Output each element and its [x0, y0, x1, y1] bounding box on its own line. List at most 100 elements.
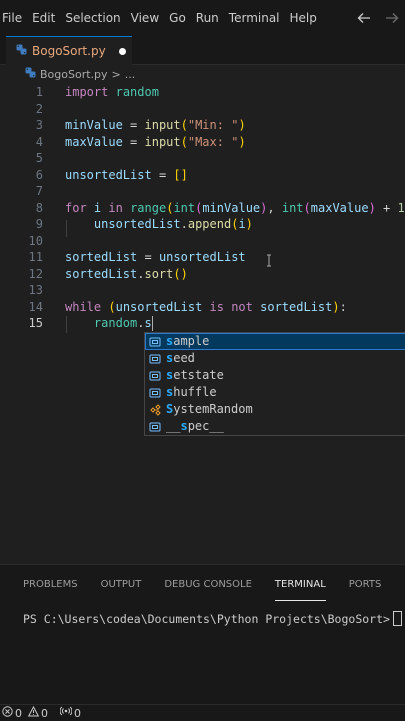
menu-edit[interactable]: Edit	[28, 11, 61, 25]
menu-terminal[interactable]: Terminal	[225, 11, 286, 25]
terminal-prompt: PS C:\Users\codea\Documents\Python Proje…	[23, 611, 390, 626]
status-bar: 0 0 0	[0, 704, 405, 721]
unsaved-dot-icon[interactable]	[118, 47, 126, 55]
status-ports[interactable]: 0	[59, 706, 81, 720]
code-line[interactable]: 1 import random	[0, 84, 405, 101]
code-editor[interactable]: 1 import random 2 3 minValue = input("Min: "…	[0, 84, 405, 564]
code-text: while (unsortedList is not sortedList):	[65, 299, 347, 314]
code-line[interactable]: 9 unsortedList.append(i)	[0, 216, 405, 233]
terminal-cursor	[392, 611, 402, 626]
tab-label: BogoSort.py	[32, 44, 106, 58]
tab-problems[interactable]: PROBLEMS	[23, 579, 87, 590]
line-number: 7	[35, 184, 43, 198]
code-line[interactable]: 10	[0, 233, 405, 250]
code-line[interactable]: 2	[0, 101, 405, 118]
breadcrumb-ellipsis[interactable]: ...	[125, 68, 136, 81]
menu-view[interactable]: View	[127, 11, 165, 25]
line-number: 10	[28, 233, 43, 248]
suggestion-match: S	[166, 402, 174, 416]
suggestion-item[interactable]: SystemRandom	[145, 401, 405, 418]
suggestion-item[interactable]: s huffle	[145, 384, 405, 401]
terminal-output[interactable]: PS C:\Users\codea\Documents\Python Proje…	[23, 611, 402, 626]
tab-ports[interactable]: PORTS	[349, 579, 391, 590]
tab-output[interactable]: OUTPUT	[101, 579, 151, 590]
code-line[interactable]: 7	[0, 183, 405, 200]
suggestion-label: etstate	[173, 368, 224, 382]
editor-tab-bar: BogoSort.py	[0, 36, 405, 65]
tab-debug-console[interactable]: DEBUG CONSOLE	[164, 579, 261, 590]
line-number: 15	[28, 316, 43, 330]
error-icon	[2, 706, 13, 720]
tab-terminal[interactable]: TERMINAL	[274, 579, 335, 601]
status-problems[interactable]: 0 0	[2, 705, 48, 720]
python-file-icon	[16, 44, 27, 58]
code-line[interactable]: 5	[0, 150, 405, 167]
method-symbol-icon	[148, 352, 162, 366]
menu-run[interactable]: Run	[192, 11, 225, 25]
suggestion-item[interactable]: s ample	[145, 333, 405, 350]
warning-icon	[27, 705, 40, 720]
suggestion-label: ample	[173, 334, 210, 348]
suggestion-label: ystemRandom	[173, 402, 253, 416]
code-text: maxValue = input("Max: ")	[65, 134, 246, 149]
python-file-icon	[25, 67, 36, 81]
code-line[interactable]: 8 for i in range(int(minValue), int(maxVa…	[0, 200, 405, 217]
code-line[interactable]: 4 maxValue = input("Max: ")	[0, 134, 405, 151]
menu-bar: File Edit Selection View Go Run Terminal Help	[0, 0, 405, 36]
code-text: sortedList.sort()	[65, 266, 188, 281]
suggestion-prefix: __	[166, 419, 181, 433]
code-text: unsortedList.append(i)	[93, 217, 253, 231]
bottom-panel: PROBLEMS OUTPUT DEBUG CONSOLE TERMINAL PORTS…	[0, 564, 405, 705]
method-symbol-icon	[148, 420, 162, 434]
line-number: 3	[35, 118, 43, 132]
suggestion-match: s	[166, 368, 174, 382]
code-text: random.s	[93, 316, 153, 331]
line-number: 13	[28, 283, 43, 297]
code-text: for i in range(int(minValue), int(maxVal…	[65, 200, 405, 215]
suggestion-item[interactable]: __ s pec__	[145, 418, 405, 435]
suggestion-match: s	[166, 334, 174, 348]
warning-count: 0	[41, 706, 48, 720]
suggestion-label: pec__	[187, 419, 224, 433]
method-symbol-icon	[148, 386, 162, 400]
autocomplete-suggestions: s ample s eed s etstate s huffle SystemRandom __ s…	[144, 332, 405, 436]
suggestion-item[interactable]: s eed	[145, 350, 405, 367]
suggestion-match: s	[166, 385, 174, 399]
suggestion-match: s	[166, 351, 174, 365]
code-text: import random	[65, 85, 159, 99]
method-symbol-icon	[148, 369, 162, 383]
code-line[interactable]: 15 random.s	[0, 315, 405, 332]
suggestion-label: huffle	[173, 385, 217, 399]
code-line[interactable]: 11 sortedList = unsortedList	[0, 249, 405, 266]
error-count: 0	[15, 706, 22, 720]
breadcrumb-separator: >	[111, 67, 121, 81]
method-symbol-icon	[148, 335, 162, 349]
menu-help[interactable]: Help	[286, 11, 323, 25]
line-number: 9	[35, 217, 43, 231]
back-arrow-icon[interactable]	[357, 11, 371, 25]
code-line[interactable]: 13	[0, 282, 405, 299]
ports-count: 0	[74, 706, 81, 720]
suggestion-item[interactable]: s etstate	[145, 367, 405, 384]
menu-go[interactable]: Go	[165, 11, 192, 25]
menu-selection[interactable]: Selection	[61, 11, 126, 25]
line-number: 8	[35, 200, 43, 215]
menu-file[interactable]: File	[0, 11, 28, 25]
navigation-arrows	[357, 0, 405, 36]
class-symbol-icon	[148, 403, 162, 417]
code-line[interactable]: 3 minValue = input("Min: ")	[0, 117, 405, 134]
panel-tabs: PROBLEMS OUTPUT DEBUG CONSOLE TERMINAL PORTS…	[0, 565, 405, 603]
code-line[interactable]: 14 while (unsortedList is not sortedList)…	[0, 299, 405, 316]
code-text: minValue = input("Min: ")	[65, 118, 246, 132]
code-text: sortedList = unsortedList	[65, 250, 246, 264]
line-number: 6	[35, 167, 43, 182]
tab-bogosort[interactable]: BogoSort.py	[6, 36, 132, 65]
line-number: 11	[28, 250, 43, 264]
breadcrumb-file[interactable]: BogoSort.py	[40, 68, 108, 81]
line-number: 4	[35, 134, 43, 149]
line-number: 2	[35, 101, 43, 116]
forward-arrow-icon[interactable]	[385, 11, 399, 25]
code-line[interactable]: 12 sortedList.sort()	[0, 266, 405, 283]
broadcast-icon	[59, 706, 73, 720]
code-line[interactable]: 6 unsortedList = []	[0, 167, 405, 184]
